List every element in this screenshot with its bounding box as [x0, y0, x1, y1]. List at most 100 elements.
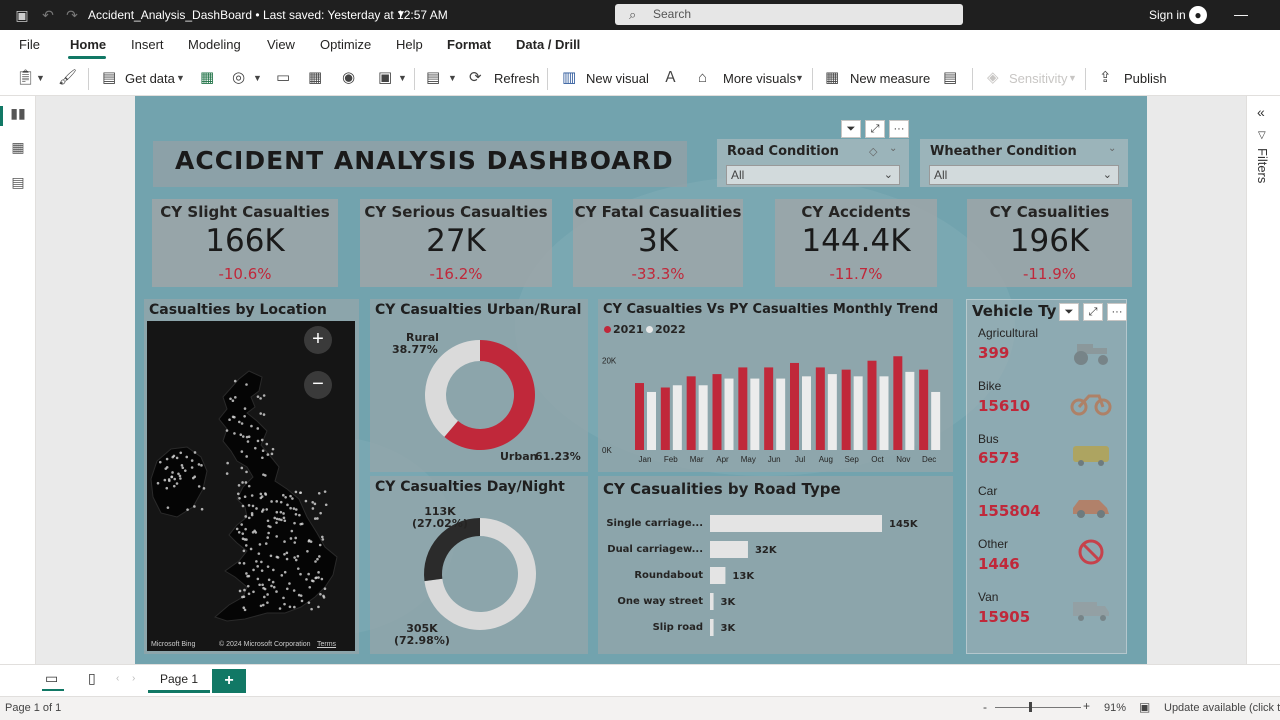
x-tick-label[interactable]: Nov: [896, 455, 910, 464]
weather-condition-dropdown[interactable]: All ⌄: [929, 165, 1119, 185]
bar-Single carriage...[interactable]: [710, 515, 882, 532]
publish-icon[interactable]: ⇪: [1099, 69, 1112, 87]
menu-view[interactable]: View: [267, 37, 295, 52]
bar-2021-Feb[interactable]: [660, 387, 670, 451]
bar-2021-Aug[interactable]: [815, 367, 825, 450]
x-tick-label[interactable]: Jun: [768, 455, 781, 464]
expand-icon[interactable]: «: [1257, 104, 1265, 120]
filters-pane-collapsed[interactable]: « ▽ Filters: [1246, 96, 1280, 664]
zoom-slider-thumb[interactable]: [1029, 702, 1032, 712]
category-label[interactable]: Dual carriagew...: [607, 544, 703, 555]
x-tick-label[interactable]: Aug: [819, 455, 833, 464]
onelake-icon[interactable]: ◎: [232, 69, 245, 87]
y-tick-label[interactable]: 20K: [602, 357, 617, 366]
bar-2021-Apr[interactable]: [712, 374, 722, 450]
bar-One way street[interactable]: [710, 593, 714, 610]
data-label[interactable]: 3K: [721, 623, 737, 634]
day-night-chart[interactable]: CY Casualties Day/Night 113K (27.02%) 30…: [370, 476, 588, 654]
add-page-button[interactable]: +: [212, 669, 246, 693]
search-input[interactable]: ⌕ Search: [615, 4, 963, 25]
transform-data-icon[interactable]: ▤: [426, 69, 440, 87]
kpi-card[interactable]: CY Casualities 196K -11.9%: [967, 199, 1132, 287]
bar-2022-Nov[interactable]: [905, 371, 915, 450]
category-label[interactable]: Roundabout: [634, 570, 703, 581]
focus-mode-icon[interactable]: ⤢: [1083, 303, 1103, 321]
bar-2022-Feb[interactable]: [672, 385, 682, 450]
more-options-icon[interactable]: ···: [1107, 303, 1127, 321]
category-label[interactable]: Slip road: [653, 622, 703, 633]
menu-help[interactable]: Help: [396, 37, 423, 52]
bar-2021-Jan[interactable]: [635, 383, 644, 450]
format-painter-icon[interactable]: 🖌︎: [58, 69, 77, 87]
bar-2021-Jun[interactable]: [764, 367, 774, 450]
model-view-icon[interactable]: ▤: [9, 174, 27, 192]
refresh-button[interactable]: Refresh: [494, 71, 540, 86]
more-visuals-button[interactable]: More visuals: [723, 71, 796, 86]
menu-data-drill[interactable]: Data / Drill: [516, 37, 580, 52]
weather-condition-slicer[interactable]: Wheather Condition ⌄ All ⌄: [920, 139, 1128, 187]
bar-2022-Sep[interactable]: [853, 376, 863, 450]
kpi-card[interactable]: CY Fatal Casualities 3K -33.3%: [573, 199, 743, 287]
paste-icon[interactable]: 📋︎: [16, 69, 35, 87]
menu-home[interactable]: Home: [70, 37, 106, 52]
sign-in-link[interactable]: Sign in: [1149, 8, 1186, 22]
save-icon[interactable]: ▣: [14, 7, 30, 23]
data-label[interactable]: 145K: [889, 519, 919, 530]
bar-2021-Nov[interactable]: [893, 356, 903, 450]
x-tick-label[interactable]: Sep: [845, 455, 860, 464]
urban-rural-donut[interactable]: [370, 299, 588, 472]
table-view-icon[interactable]: ▦: [9, 139, 27, 157]
trend-bars[interactable]: 0K 20K Jan Feb Mar Apr May Jun Jul Aug Sep Oct Nov De…: [598, 299, 953, 472]
minimize-icon[interactable]: —: [1234, 6, 1248, 22]
bar-2022-May[interactable]: [750, 378, 760, 450]
excel-icon[interactable]: ▦: [200, 69, 214, 87]
chevron-down-icon[interactable]: ⌄: [889, 143, 897, 154]
x-tick-label[interactable]: Apr: [716, 455, 729, 464]
menu-insert[interactable]: Insert: [131, 37, 164, 52]
filter-icon[interactable]: ⏷: [1059, 303, 1079, 321]
dataverse-icon[interactable]: ▭: [276, 69, 290, 87]
text-box-icon[interactable]: Ａ: [663, 69, 678, 87]
filters-label[interactable]: Filters: [1255, 148, 1270, 183]
bar-2022-Aug[interactable]: [827, 374, 837, 450]
x-tick-label[interactable]: Dec: [922, 455, 936, 464]
mobile-layout-icon[interactable]: ▯: [88, 670, 96, 687]
recent-sources-icon[interactable]: ▣: [378, 69, 392, 87]
data-label[interactable]: 32K: [755, 545, 778, 556]
more-options-icon[interactable]: ···: [889, 120, 909, 138]
road-condition-dropdown[interactable]: All ⌄: [726, 165, 900, 185]
zoom-out-icon[interactable]: -: [983, 700, 987, 714]
menu-optimize[interactable]: Optimize: [320, 37, 371, 52]
quick-measure-icon[interactable]: ▤: [943, 69, 957, 87]
uk-map[interactable]: [147, 321, 355, 651]
bar-2021-Oct[interactable]: [867, 360, 877, 450]
road-type-chart[interactable]: CY Casualities by Road Type Single carri…: [598, 476, 953, 654]
data-label[interactable]: 3K: [721, 597, 737, 608]
eraser-icon[interactable]: ◇: [869, 145, 877, 158]
redo-icon[interactable]: ↷: [64, 7, 80, 23]
more-visuals-icon[interactable]: ⌂: [698, 69, 707, 87]
chevron-down-icon[interactable]: ▼: [176, 69, 185, 87]
chevron-down-icon[interactable]: ▼: [393, 7, 409, 23]
update-notice[interactable]: Update available (click to: [1164, 702, 1280, 714]
road-type-bars[interactable]: Single carriage... 145K Dual carriagew... 3…: [598, 476, 953, 654]
map-visual[interactable]: Casualties by Location + − Microsoft Bin…: [144, 299, 359, 654]
chevron-down-icon[interactable]: ▼: [448, 69, 457, 87]
bar-2022-Apr[interactable]: [724, 378, 734, 450]
new-visual-icon[interactable]: ▥: [562, 69, 576, 87]
bar-Roundabout[interactable]: [710, 567, 726, 584]
next-page-icon[interactable]: ›: [132, 673, 135, 684]
focus-mode-icon[interactable]: ⤢: [865, 120, 885, 138]
report-view-icon[interactable]: ▮▮: [9, 105, 27, 123]
filter-icon[interactable]: ⏷: [841, 120, 861, 138]
chevron-down-icon[interactable]: ▼: [253, 69, 262, 87]
zoom-out-button[interactable]: −: [304, 371, 332, 399]
desktop-layout-icon[interactable]: ▭: [45, 670, 58, 687]
bar-2021-Dec[interactable]: [919, 369, 929, 450]
page-tab[interactable]: Page 1: [148, 665, 210, 693]
y-tick-label[interactable]: 0K: [602, 446, 612, 455]
chevron-down-icon[interactable]: ⌄: [1108, 143, 1116, 154]
x-tick-label[interactable]: Jul: [795, 455, 805, 464]
new-visual-button[interactable]: New visual: [586, 71, 649, 86]
vehicle-type-visual[interactable]: Vehicle Ty ⏷ ⤢ ··· Agricultural 399 Bike…: [966, 299, 1127, 654]
